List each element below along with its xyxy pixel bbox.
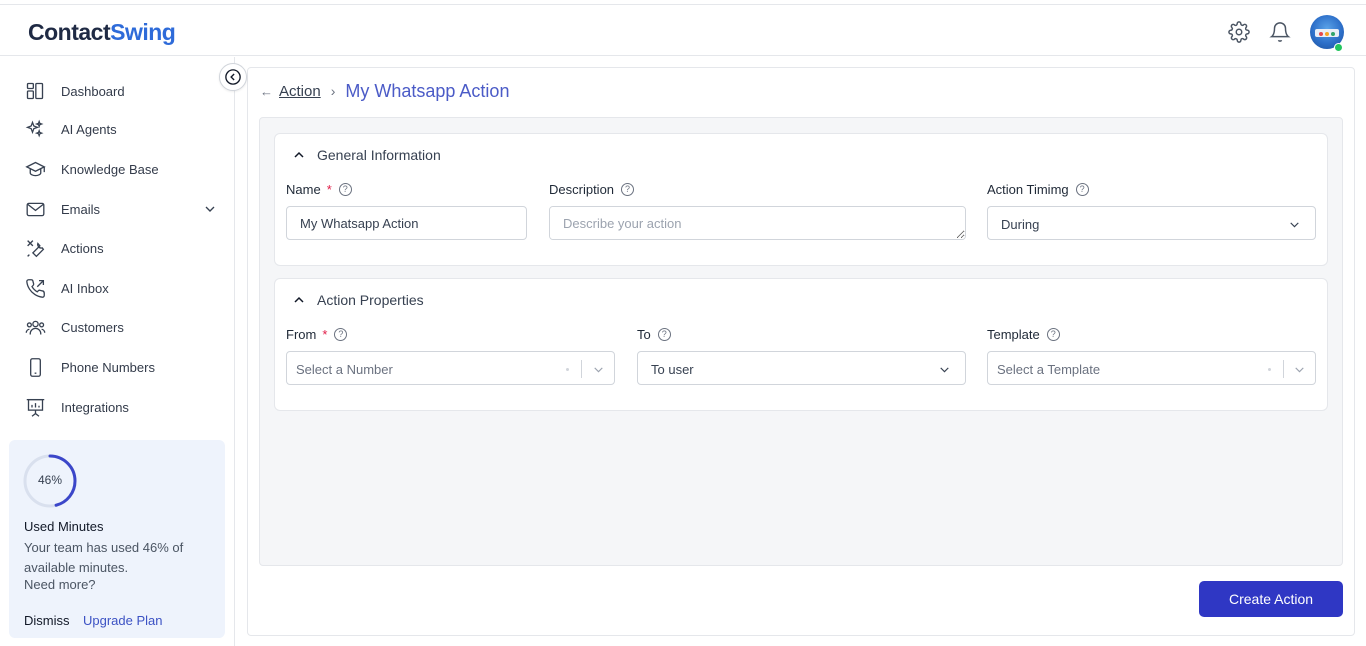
description-label: Description ? (549, 182, 635, 197)
usage-need-more: Need more? (24, 577, 96, 592)
indicator-separator (1283, 360, 1284, 378)
sidebar-item-label: Phone Numbers (61, 359, 155, 375)
help-circle-icon[interactable]: ? (1075, 183, 1089, 196)
dismiss-link[interactable]: Dismiss (24, 613, 70, 628)
sidebar-item-label: Knowledge Base (61, 161, 159, 177)
to-select[interactable]: To user (637, 351, 966, 385)
smartphone-icon (24, 356, 46, 378)
chevron-up-icon (294, 296, 304, 303)
chevron-down-icon (940, 367, 949, 373)
chevron-left-circle-icon (225, 69, 241, 85)
select-placeholder: Select a Number (296, 362, 393, 377)
name-label: Name * ? (286, 182, 352, 197)
general-information-section: General Information (274, 133, 1328, 266)
help-circle-icon[interactable]: ? (657, 328, 671, 341)
sidebar-item-integrations[interactable]: Integrations (24, 392, 224, 422)
template-label-text: Template (987, 327, 1040, 342)
usage-title: Used Minutes (24, 519, 104, 534)
action-timing-label: Action Timimg ? (987, 182, 1089, 197)
sidebar-item-actions[interactable]: Actions (24, 233, 224, 263)
presentation-chart-icon (24, 396, 46, 418)
chevron-down-icon (594, 367, 603, 373)
selected-value: During (1001, 217, 1040, 232)
sidebar-item-label: AI Agents (61, 121, 117, 137)
sidebar-item-customers[interactable]: Customers (24, 312, 224, 342)
sidebar-item-ai-agents[interactable]: AI Agents (24, 114, 224, 144)
usage-description: Your team has used 46% of available minu… (24, 540, 184, 575)
to-label: To ? (637, 327, 671, 342)
template-select[interactable]: Select a Template (987, 351, 1316, 385)
sidebar-item-label: Emails (61, 201, 101, 217)
action-timing-label-text: Action Timimg (987, 182, 1069, 197)
name-input[interactable] (286, 206, 527, 240)
breadcrumb-action-link[interactable]: Action (279, 83, 321, 100)
selected-value: To user (651, 362, 694, 377)
sidebar-item-emails[interactable]: Emails (24, 194, 224, 224)
section-title: Action Properties (317, 292, 424, 308)
sidebar-item-phone-numbers[interactable]: Phone Numbers (24, 352, 224, 382)
indicator-separator (581, 360, 582, 378)
avatar-dot (1319, 32, 1323, 36)
chevron-down-icon[interactable] (202, 201, 218, 222)
mail-icon (24, 198, 46, 220)
sidebar-item-ai-inbox[interactable]: AI Inbox (24, 273, 224, 303)
create-action-button[interactable]: Create Action (1199, 581, 1343, 617)
template-label: Template ? (987, 327, 1060, 342)
chevron-down-icon (1295, 367, 1304, 373)
sidebar-item-dashboard[interactable]: Dashboard (24, 76, 224, 106)
required-asterisk: * (322, 327, 328, 342)
app-logo[interactable]: ContactSwing (28, 19, 176, 46)
phone-incoming-icon (24, 277, 46, 299)
section-title: General Information (317, 147, 441, 163)
help-circle-icon[interactable]: ? (338, 183, 352, 196)
to-label-text: To (637, 327, 651, 342)
description-textarea[interactable] (549, 206, 966, 240)
name-label-text: Name (286, 182, 321, 197)
sidebar-item-knowledge-base[interactable]: Knowledge Base (24, 154, 224, 184)
action-properties-section: Action Properties (274, 278, 1328, 411)
avatar-dot (1331, 32, 1335, 36)
settings-gear-icon[interactable] (1228, 21, 1250, 43)
notification-bell-icon[interactable] (1269, 21, 1291, 43)
chevron-down-icon (1290, 222, 1299, 228)
action-timing-select[interactable]: During (987, 206, 1316, 240)
sidebar-item-label: Actions (61, 240, 104, 256)
page-title: My Whatsapp Action (345, 80, 510, 101)
select-placeholder: Select a Template (997, 362, 1101, 377)
clear-indicator-icon[interactable] (1268, 368, 1271, 371)
upgrade-plan-link[interactable]: Upgrade Plan (83, 613, 163, 628)
sidebar-item-label: Customers (61, 319, 124, 335)
help-circle-icon[interactable]: ? (334, 328, 348, 341)
top-bar: ContactSwing (0, 4, 1366, 56)
from-label: From * ? (286, 327, 348, 342)
avatar-dot (1325, 32, 1329, 36)
logo-text-contact: Contact (28, 19, 111, 45)
help-circle-icon[interactable]: ? (1046, 328, 1060, 341)
sidebar-item-label: AI Inbox (61, 280, 109, 296)
general-information-toggle[interactable]: General Information (291, 147, 441, 163)
users-icon (24, 316, 46, 338)
dashboard-icon (24, 80, 46, 102)
tools-icon (24, 237, 46, 259)
graduation-cap-icon (24, 158, 46, 180)
breadcrumb: ← Action › My Whatsapp Action (260, 80, 509, 102)
from-number-select[interactable]: Select a Number (286, 351, 615, 385)
sidebar-item-label: Integrations (61, 399, 129, 415)
logo-text-swing: Swing (110, 19, 176, 45)
required-asterisk: * (326, 182, 332, 197)
description-label-text: Description (549, 182, 615, 197)
breadcrumb-separator-icon: › (330, 83, 336, 99)
from-label-text: From (286, 327, 317, 342)
help-circle-icon[interactable]: ? (621, 183, 635, 196)
sparkles-icon (24, 118, 46, 140)
clear-indicator-icon[interactable] (566, 368, 569, 371)
sidebar-item-label: Dashboard (61, 83, 125, 99)
action-properties-toggle[interactable]: Action Properties (291, 292, 424, 308)
usage-percent: 46% (37, 473, 63, 487)
chevron-up-icon (294, 151, 304, 158)
usage-card: 46% Used Minutes Your team has used 46% … (9, 440, 225, 638)
back-arrow-icon[interactable]: ← (260, 84, 273, 99)
collapse-sidebar-button[interactable] (219, 63, 247, 91)
online-status-indicator (1334, 43, 1343, 52)
